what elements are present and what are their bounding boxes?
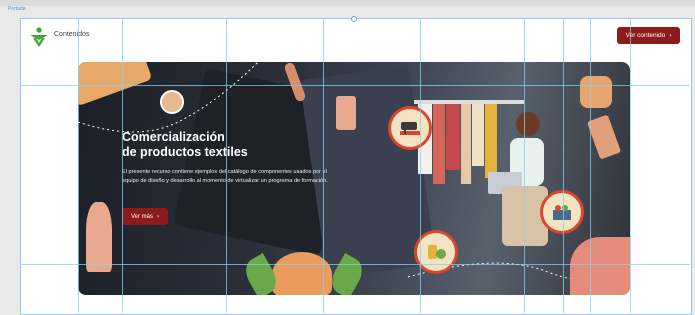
hero-banner: Comercialización de productos textiles E… (78, 62, 630, 295)
layout-guide-vertical (420, 18, 421, 313)
garment (433, 104, 445, 184)
chevron-right-icon: › (669, 32, 672, 39)
sewing-machine-icon (388, 106, 432, 150)
selection-handle[interactable] (351, 16, 357, 22)
ver-mas-label: Ver más (130, 213, 153, 220)
layout-guide-vertical (524, 18, 525, 313)
garment (461, 104, 471, 184)
logo-text: Contenidos (54, 31, 90, 38)
banner-title: Comercialización de productos textiles (122, 130, 322, 160)
canvas-top-bar (0, 0, 695, 6)
layout-guide-vertical (323, 18, 324, 313)
fabric-swatch-coral (570, 237, 630, 295)
garment (446, 104, 460, 170)
layout-guide-vertical (122, 18, 123, 313)
mannequin-icon (86, 202, 112, 272)
person-head (516, 112, 540, 136)
layout-guide-vertical (78, 18, 79, 313)
garment (472, 104, 484, 166)
layout-guide-vertical (590, 18, 591, 313)
button-icon (580, 76, 612, 108)
layout-guide-vertical (226, 18, 227, 313)
sena-logo-icon (30, 27, 48, 47)
artboard-label[interactable]: Portada (8, 6, 26, 12)
ver-mas-button[interactable]: Ver más › (122, 208, 168, 225)
banner-title-line2: de productos textiles (122, 145, 248, 159)
layout-guide-horizontal (20, 85, 690, 86)
layout-guide-vertical (630, 18, 631, 313)
ver-contenido-button[interactable]: Ver contenido › (617, 27, 680, 44)
layout-guide-vertical (563, 18, 564, 313)
garment (485, 104, 497, 178)
ver-contenido-label: Ver contenido (625, 32, 666, 39)
layout-guide-horizontal (20, 264, 690, 265)
sewing-kit-icon (540, 190, 584, 234)
banner-description: El presente recurso contiene ejemplos de… (122, 169, 328, 184)
banner-title-line1: Comercialización (122, 130, 225, 144)
chevron-right-icon: › (157, 213, 159, 220)
